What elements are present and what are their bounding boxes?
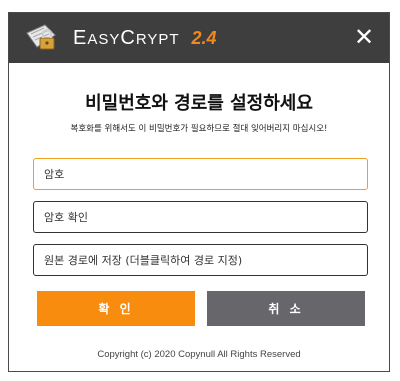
password-confirm-field[interactable] — [33, 201, 368, 233]
app-brand: EASYCRYPT 2.4 — [73, 27, 217, 51]
title-bar[interactable]: EASYCRYPT 2.4 ✕ — [9, 13, 389, 63]
app-name-initial: E — [73, 27, 88, 49]
app-version: 2.4 — [191, 28, 217, 48]
app-name-part-2: RYPT — [135, 31, 180, 48]
lock-certificate-icon — [26, 24, 56, 50]
password-field[interactable] — [33, 158, 368, 190]
app-name-part: ASY — [87, 31, 121, 48]
cancel-button[interactable]: 취 소 — [207, 291, 365, 326]
app-name-initial-2: C — [120, 27, 136, 49]
dialog-heading: 비밀번호와 경로를 설정하세요 — [85, 93, 313, 114]
copyright-text: Copyright (c) 2020 Copynull All Rights R… — [97, 349, 301, 360]
dialog-window: EASYCRYPT 2.4 ✕ 비밀번호와 경로를 설정하세요 복호화를 위해서… — [8, 12, 390, 372]
ok-button[interactable]: 확 인 — [37, 291, 195, 326]
app-name: EASYCRYPT — [73, 27, 180, 50]
close-icon[interactable]: ✕ — [351, 23, 377, 51]
dialog-warning-text: 복호화를 위해서도 이 비밀번호가 필요하므로 절대 잊어버리지 마십시오! — [70, 124, 328, 134]
save-path-field[interactable] — [33, 244, 368, 276]
